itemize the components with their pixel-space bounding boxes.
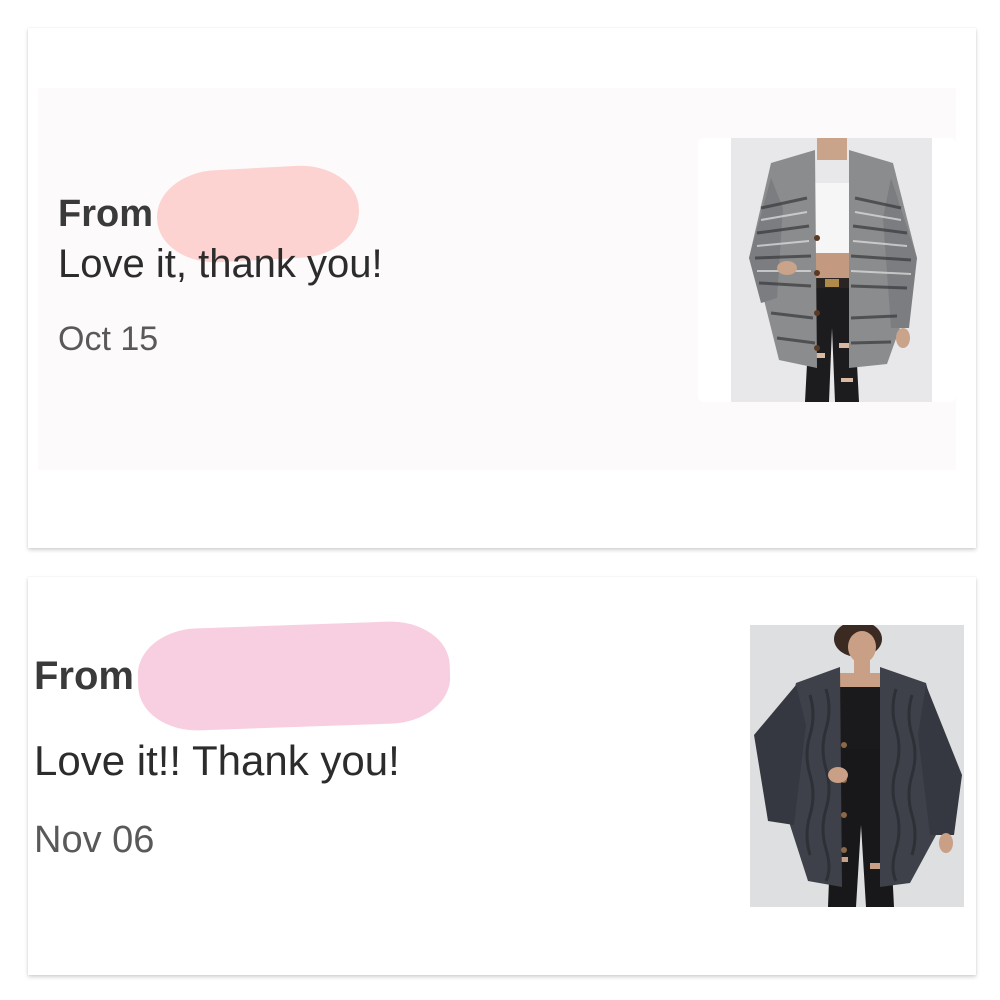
sender-row: From	[34, 619, 452, 733]
review-message: Love it!! Thank you!	[34, 737, 400, 784]
from-label: From	[58, 192, 153, 235]
review-card[interactable]: From Love it!! Thank you! Nov 06	[28, 577, 976, 975]
review-card[interactable]: From Love it, thank you! Oct 15	[28, 28, 976, 548]
grey-cardigan-image	[731, 138, 932, 402]
review-date: Nov 06	[34, 819, 155, 861]
product-thumbnail[interactable]	[731, 138, 932, 402]
from-label: From	[34, 653, 134, 698]
product-thumbnail[interactable]	[750, 625, 964, 907]
review-message: Love it, thank you!	[58, 242, 383, 286]
charcoal-cardigan-image	[750, 625, 964, 907]
redacted-sender-name	[136, 619, 452, 733]
review-date: Oct 15	[58, 320, 159, 358]
